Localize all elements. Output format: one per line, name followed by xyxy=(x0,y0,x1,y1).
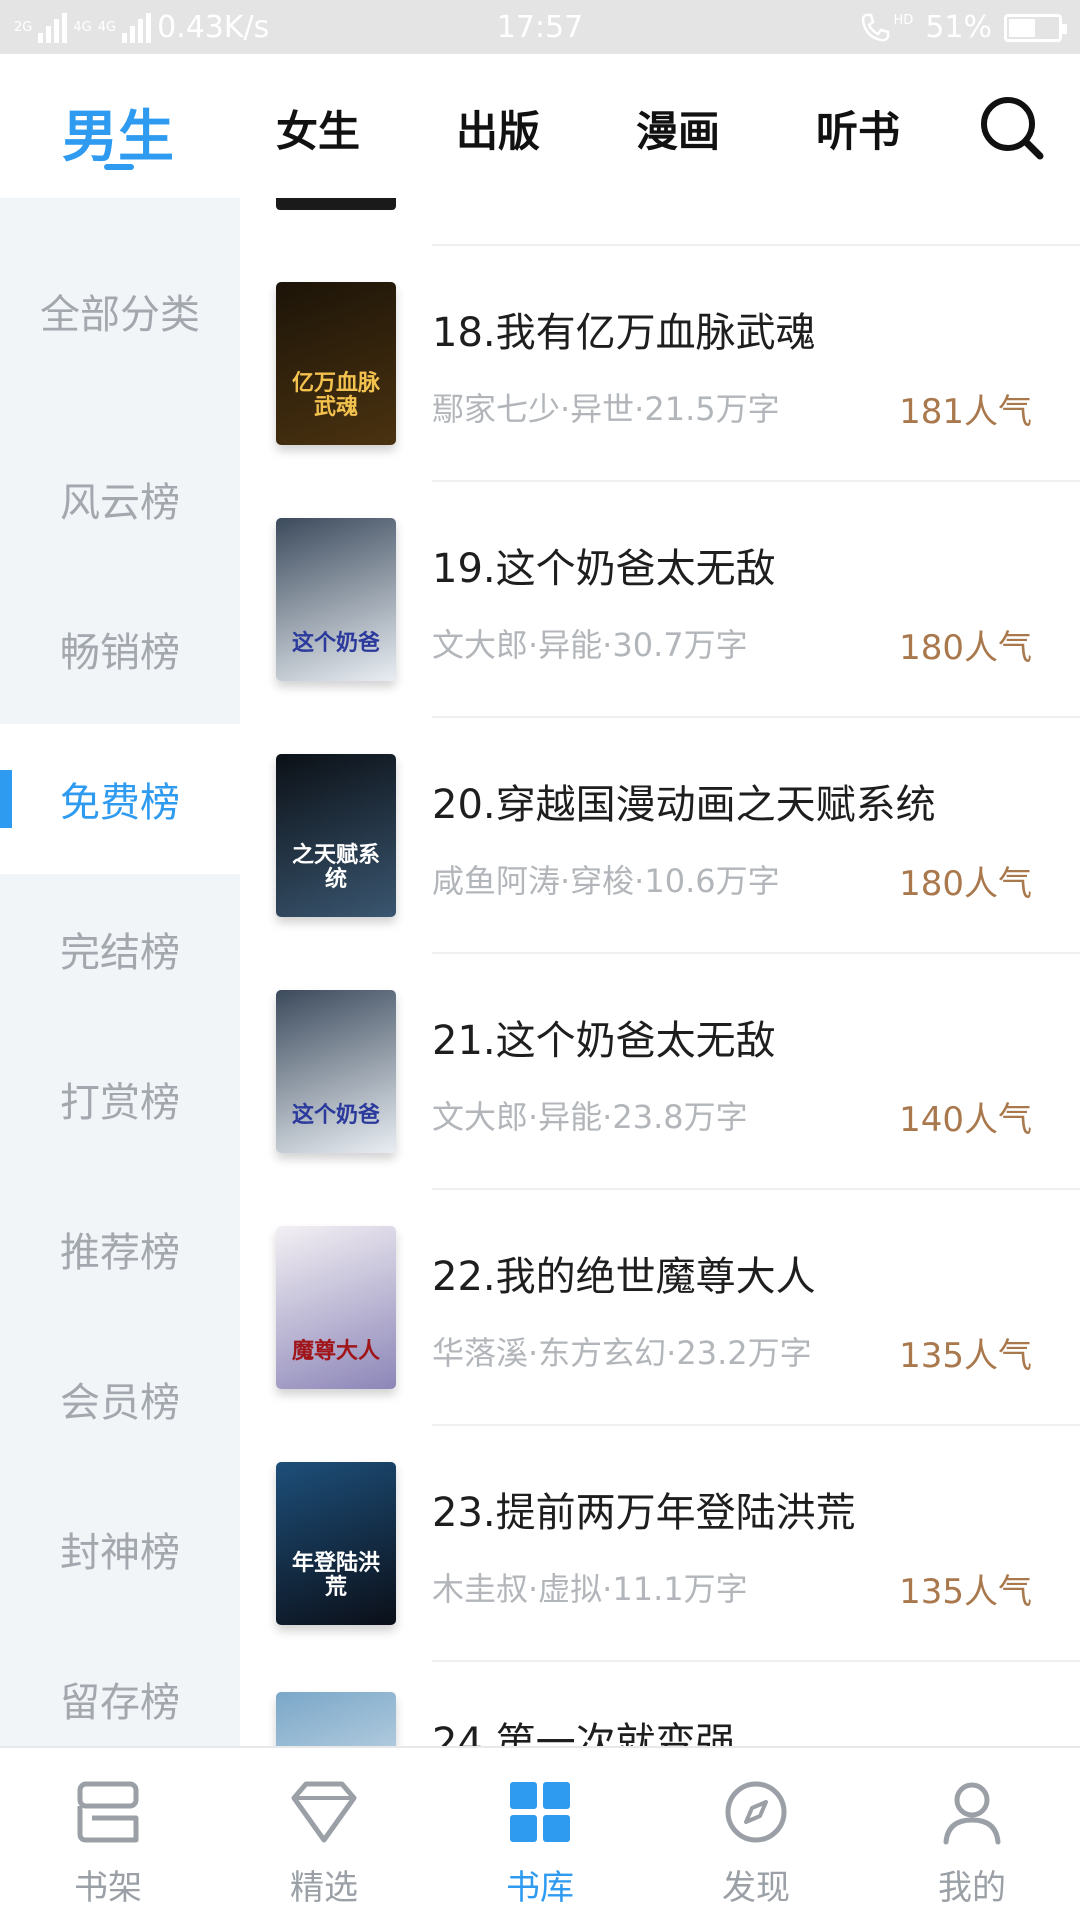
status-bar: 2G 4G 4G 0.43K/s 17:57 HD 51% xyxy=(0,0,1080,54)
sidebar-item-retention[interactable]: 留存榜 xyxy=(0,1624,240,1746)
battery-icon xyxy=(1004,13,1067,42)
sidebar-item-label: 免费榜 xyxy=(60,780,180,826)
tab-female[interactable]: 女生 xyxy=(276,98,360,159)
cover-title: 年登陆洪荒 xyxy=(291,1550,380,1600)
book-popularity: 180人气 xyxy=(899,864,1032,904)
nav-label: 书库 xyxy=(506,1868,574,1908)
book-meta: 文大郎·异能·23.8万字 xyxy=(432,1098,748,1136)
sidebar-item-all-categories[interactable]: 全部分类 xyxy=(0,236,240,386)
cover-title: 之天赋系统 xyxy=(291,842,380,892)
cover-title: 亿万血脉武魂 xyxy=(291,370,380,420)
sidebar-item-member[interactable]: 会员榜 xyxy=(0,1324,240,1474)
sidebar-item-hall-of-fame[interactable]: 封神榜 xyxy=(0,1474,240,1624)
divider xyxy=(432,1424,1080,1426)
nav-library[interactable]: 书库 xyxy=(432,1748,648,1920)
call-icon xyxy=(861,13,889,41)
book-title: 23.提前两万年登陆洪荒 xyxy=(432,1490,856,1536)
book-popularity: 135人气 xyxy=(899,1336,1032,1376)
bottom-navigation: 书架 精选 书库 发现 我的 xyxy=(0,1746,1080,1920)
tab-publish[interactable]: 出版 xyxy=(456,98,540,159)
book-popularity: 180人气 xyxy=(899,628,1032,668)
book-title: 20.穿越国漫动画之天赋系统 xyxy=(432,782,936,828)
divider xyxy=(432,1188,1080,1190)
book-cover[interactable]: 这个奶爸 xyxy=(276,990,396,1153)
nav-label: 书架 xyxy=(74,1868,142,1908)
book-popularity: 135人气 xyxy=(899,1572,1032,1612)
divider xyxy=(432,952,1080,954)
grid-icon xyxy=(510,1782,570,1842)
book-cover[interactable]: 之天赋系统 xyxy=(276,754,396,917)
book-meta: 咸鱼阿涛·穿梭·10.6万字 xyxy=(432,862,780,900)
cover-title: 魔尊大人 xyxy=(291,1338,380,1364)
sidebar-item-free[interactable]: 免费榜 xyxy=(0,724,240,874)
diamond-icon xyxy=(291,1781,357,1843)
hd-label: HD xyxy=(893,13,914,28)
compass-icon xyxy=(725,1781,787,1843)
tab-male[interactable]: 男生 xyxy=(62,92,174,173)
nav-discover[interactable]: 发现 xyxy=(648,1748,864,1920)
book-popularity: 140人气 xyxy=(899,1100,1032,1140)
sidebar-item-trending[interactable]: 风云榜 xyxy=(0,424,240,574)
tab-comics[interactable]: 漫画 xyxy=(636,98,720,159)
book-cover-partial xyxy=(276,198,396,210)
sidebar-item-bestseller[interactable]: 畅销榜 xyxy=(0,574,240,724)
nav-featured[interactable]: 精选 xyxy=(216,1748,432,1920)
book-title: 21.这个奶爸太无敌 xyxy=(432,1018,776,1064)
book-meta: 文大郎·异能·30.7万字 xyxy=(432,626,748,664)
status-right: HD 51% xyxy=(858,10,1067,45)
book-title: 18.我有亿万血脉武魂 xyxy=(432,310,816,356)
book-cover[interactable]: 这个奶爸 xyxy=(276,518,396,681)
sidebar-item-tips[interactable]: 打赏榜 xyxy=(0,1024,240,1174)
search-icon[interactable] xyxy=(978,94,1046,162)
book-cover[interactable] xyxy=(276,1692,396,1746)
cover-title: 这个奶爸 xyxy=(291,630,380,656)
cover-title: 这个奶爸 xyxy=(291,1102,380,1128)
nav-label: 我的 xyxy=(938,1868,1006,1908)
bookshelf-icon xyxy=(77,1781,139,1843)
nav-bookshelf[interactable]: 书架 xyxy=(0,1748,216,1920)
book-cover[interactable]: 年登陆洪荒 xyxy=(276,1462,396,1625)
sidebar-active-indicator xyxy=(0,770,12,828)
book-meta: 木圭叔·虚拟·11.1万字 xyxy=(432,1570,748,1608)
book-cover[interactable]: 亿万血脉武魂 xyxy=(276,282,396,445)
book-meta: 鄢家七少·异世·21.5万字 xyxy=(432,390,780,428)
sidebar-item-completed[interactable]: 完结榜 xyxy=(0,874,240,1024)
book-cover[interactable]: 魔尊大人 xyxy=(276,1226,396,1389)
nav-label: 发现 xyxy=(722,1868,790,1908)
book-popularity: 181人气 xyxy=(899,392,1032,432)
book-title: 19.这个奶爸太无敌 xyxy=(432,546,776,592)
user-icon xyxy=(943,1782,1001,1845)
book-title: 24.第一次就变强 xyxy=(432,1720,736,1746)
sidebar-item-recommended[interactable]: 推荐榜 xyxy=(0,1174,240,1324)
ranking-sidebar: 全部分类 风云榜 畅销榜 免费榜 完结榜 打赏榜 推荐榜 会员榜 封神榜 留存榜 xyxy=(0,198,240,1746)
book-item[interactable]: 24.第一次就变强 xyxy=(240,1692,1080,1746)
nav-label: 精选 xyxy=(290,1868,358,1908)
tab-audiobooks[interactable]: 听书 xyxy=(816,98,900,159)
divider xyxy=(432,716,1080,718)
divider xyxy=(432,1660,1080,1662)
nav-profile[interactable]: 我的 xyxy=(864,1748,1080,1920)
book-title: 22.我的绝世魔尊大人 xyxy=(432,1254,816,1300)
divider xyxy=(432,244,1080,246)
category-tabs: 男生 女生 出版 漫画 听书 xyxy=(0,54,1080,198)
book-ranking-list: 亿万血脉武魂 18.我有亿万血脉武魂 鄢家七少·异世·21.5万字 181人气 … xyxy=(240,198,1080,1746)
active-tab-indicator xyxy=(104,164,134,170)
battery-percent: 51% xyxy=(925,10,992,45)
divider xyxy=(432,480,1080,482)
book-meta: 华落溪·东方玄幻·23.2万字 xyxy=(432,1334,812,1372)
